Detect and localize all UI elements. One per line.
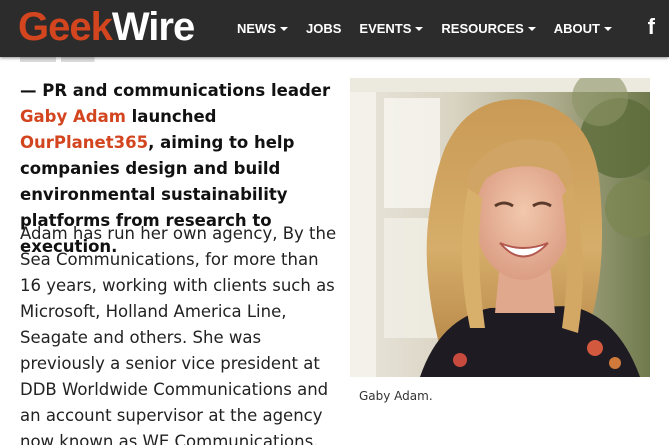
site-header: GeekWire NEWS JOBS EVENTS RESOURCES ABOU… xyxy=(0,0,669,57)
company-link[interactable]: OurPlanet365 xyxy=(20,133,148,152)
chevron-down-icon xyxy=(604,27,612,31)
nav-jobs-label: JOBS xyxy=(306,21,342,36)
nav-jobs[interactable]: JOBS xyxy=(306,21,341,36)
page: GeekWire NEWS JOBS EVENTS RESOURCES ABOU… xyxy=(0,0,669,445)
chevron-down-icon xyxy=(527,27,536,31)
chevron-down-icon xyxy=(280,27,288,31)
logo-geek: Geek xyxy=(18,5,113,49)
lead-middle: launched xyxy=(125,107,217,126)
main-nav: NEWS JOBS EVENTS RESOURCES ABOUT xyxy=(237,0,630,57)
chevron-down-icon xyxy=(415,27,424,31)
lead-prefix: — PR and communications leader xyxy=(20,81,331,100)
portrait-photo xyxy=(350,78,650,377)
geekwire-logo[interactable]: GeekWire xyxy=(18,5,195,49)
nav-about[interactable]: ABOUT xyxy=(554,21,612,36)
nav-about-label: ABOUT xyxy=(553,21,600,36)
nav-news[interactable]: NEWS xyxy=(237,21,288,36)
nav-resources[interactable]: RESOURCES xyxy=(441,21,536,36)
article-paragraph: Adam has run her own agency, By the Sea … xyxy=(20,224,337,445)
nav-events[interactable]: EVENTS xyxy=(359,21,424,36)
facebook-icon[interactable]: f xyxy=(648,14,655,40)
portrait-illustration xyxy=(350,78,650,377)
person-link[interactable]: Gaby Adam xyxy=(20,107,126,126)
nav-resources-label: RESOURCES xyxy=(441,21,524,36)
photo-caption: Gaby Adam. xyxy=(359,389,433,403)
nav-events-label: EVENTS xyxy=(359,21,412,36)
nav-news-label: NEWS xyxy=(237,21,276,36)
logo-wire: Wire xyxy=(111,5,195,49)
